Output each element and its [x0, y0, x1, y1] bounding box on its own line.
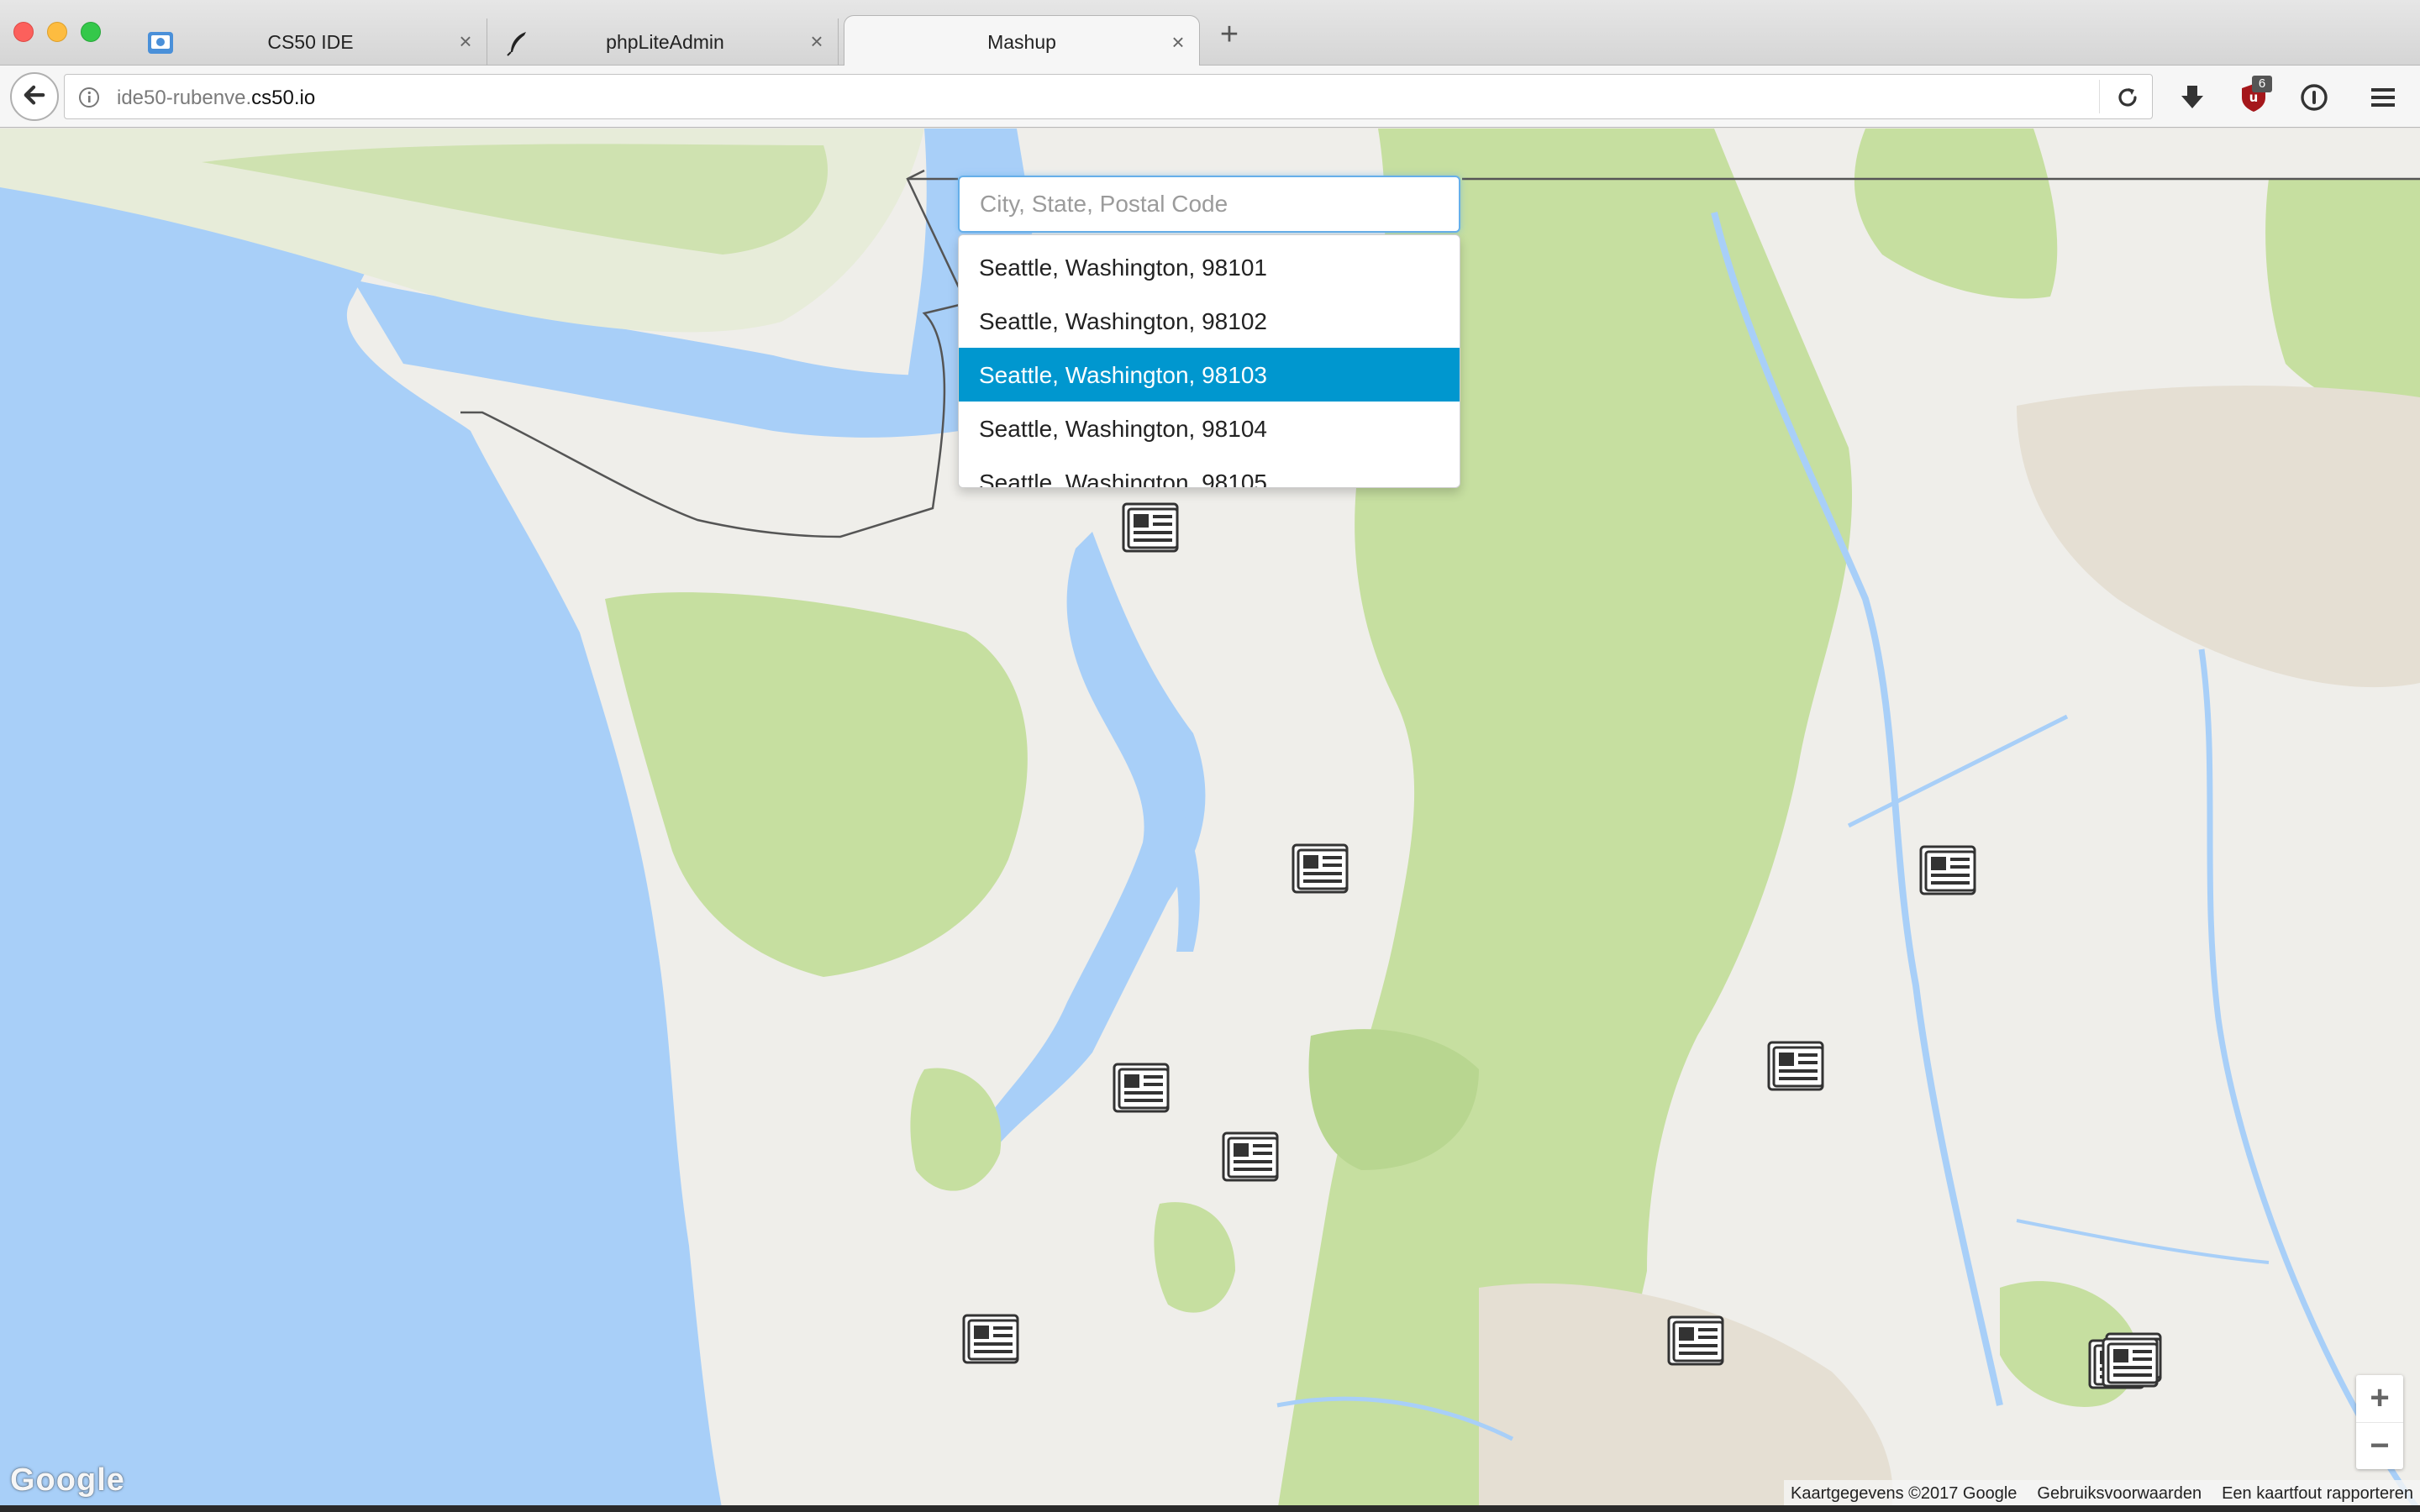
- newspaper-icon[interactable]: [961, 1313, 1020, 1365]
- zoom-in-button[interactable]: +: [2356, 1375, 2403, 1422]
- search-input[interactable]: [958, 176, 1460, 233]
- window-bottom-edge: [0, 1505, 2420, 1512]
- autocomplete-dropdown: Seattle, Washington, 98101 Seattle, Wash…: [958, 234, 1460, 488]
- newspaper-icon[interactable]: [1121, 501, 1180, 554]
- suggestion-item[interactable]: Seattle, Washington, 98104: [959, 402, 1460, 455]
- newspaper-icon[interactable]: [1112, 1062, 1171, 1114]
- new-tab-button[interactable]: +: [1217, 18, 1242, 50]
- tab-label: Mashup: [987, 31, 1056, 53]
- address-bar[interactable]: ide50-rubenve.cs50.io: [64, 74, 2153, 119]
- tab-mashup[interactable]: Mashup ×: [844, 15, 1200, 66]
- zoom-control: + −: [2356, 1375, 2403, 1469]
- url-text[interactable]: ide50-rubenve.cs50.io: [117, 87, 315, 110]
- map-data-credit: Kaartgegevens ©2017 Google: [1791, 1484, 2018, 1503]
- map-canvas[interactable]: Google + − Kaartgegevens ©2017 Google Ge…: [0, 129, 2420, 1512]
- newspaper-icon[interactable]: [1221, 1131, 1280, 1183]
- tab-phpliteadmin[interactable]: phpLiteAdmin ×: [492, 18, 839, 66]
- newspaper-icon[interactable]: [1766, 1040, 1825, 1092]
- close-tab-icon[interactable]: ×: [1165, 29, 1191, 55]
- tab-label: phpLiteAdmin: [606, 31, 724, 53]
- newspaper-icon[interactable]: [2101, 1336, 2160, 1389]
- url-prefix: ide50-rubenve.: [117, 87, 252, 109]
- navigation-bar: ide50-rubenve.cs50.io u: [0, 66, 2420, 128]
- tab-cs50-ide[interactable]: CS50 IDE ×: [134, 18, 487, 66]
- zoom-out-button[interactable]: −: [2356, 1422, 2403, 1469]
- menu-icon[interactable]: [2366, 81, 2400, 114]
- download-icon[interactable]: [2175, 81, 2209, 114]
- newspaper-icon[interactable]: [1918, 844, 1977, 896]
- reload-icon[interactable]: [2113, 83, 2142, 112]
- newspaper-icon[interactable]: [1666, 1315, 1725, 1367]
- password-manager-icon[interactable]: [2297, 81, 2331, 114]
- close-tab-icon[interactable]: ×: [453, 29, 478, 54]
- close-tab-icon[interactable]: ×: [804, 29, 829, 54]
- close-window-button[interactable]: [13, 22, 34, 42]
- url-host: cs50.io: [251, 87, 316, 109]
- arrow-left-icon: [24, 85, 45, 105]
- minimize-window-button[interactable]: [47, 22, 67, 42]
- tab-strip: CS50 IDE × phpLiteAdmin × Mashup × +: [0, 0, 2420, 66]
- back-button[interactable]: [10, 72, 59, 121]
- suggestion-item[interactable]: Seattle, Washington, 98105: [959, 455, 1460, 487]
- zoom-window-button[interactable]: [81, 22, 101, 42]
- google-logo: Google: [10, 1462, 125, 1498]
- extension-badge: 6: [2252, 76, 2272, 92]
- info-icon[interactable]: [76, 85, 102, 110]
- browser-window: CS50 IDE × phpLiteAdmin × Mashup × + ide…: [0, 0, 2420, 1512]
- suggestion-item[interactable]: Seattle, Washington, 98102: [959, 294, 1460, 348]
- newspaper-icon[interactable]: [1291, 843, 1349, 895]
- report-error-link[interactable]: Een kaartfout rapporteren: [2222, 1484, 2413, 1505]
- url-divider: [2099, 80, 2100, 113]
- tab-label: CS50 IDE: [267, 31, 354, 53]
- map-attribution: Kaartgegevens ©2017 Google Gebruiksvoorw…: [1784, 1480, 2420, 1505]
- terms-link[interactable]: Gebruiksvoorwaarden: [2037, 1484, 2202, 1505]
- suggestion-item[interactable]: Seattle, Washington, 98101: [959, 240, 1460, 294]
- suggestion-item-selected[interactable]: Seattle, Washington, 98103: [959, 348, 1460, 402]
